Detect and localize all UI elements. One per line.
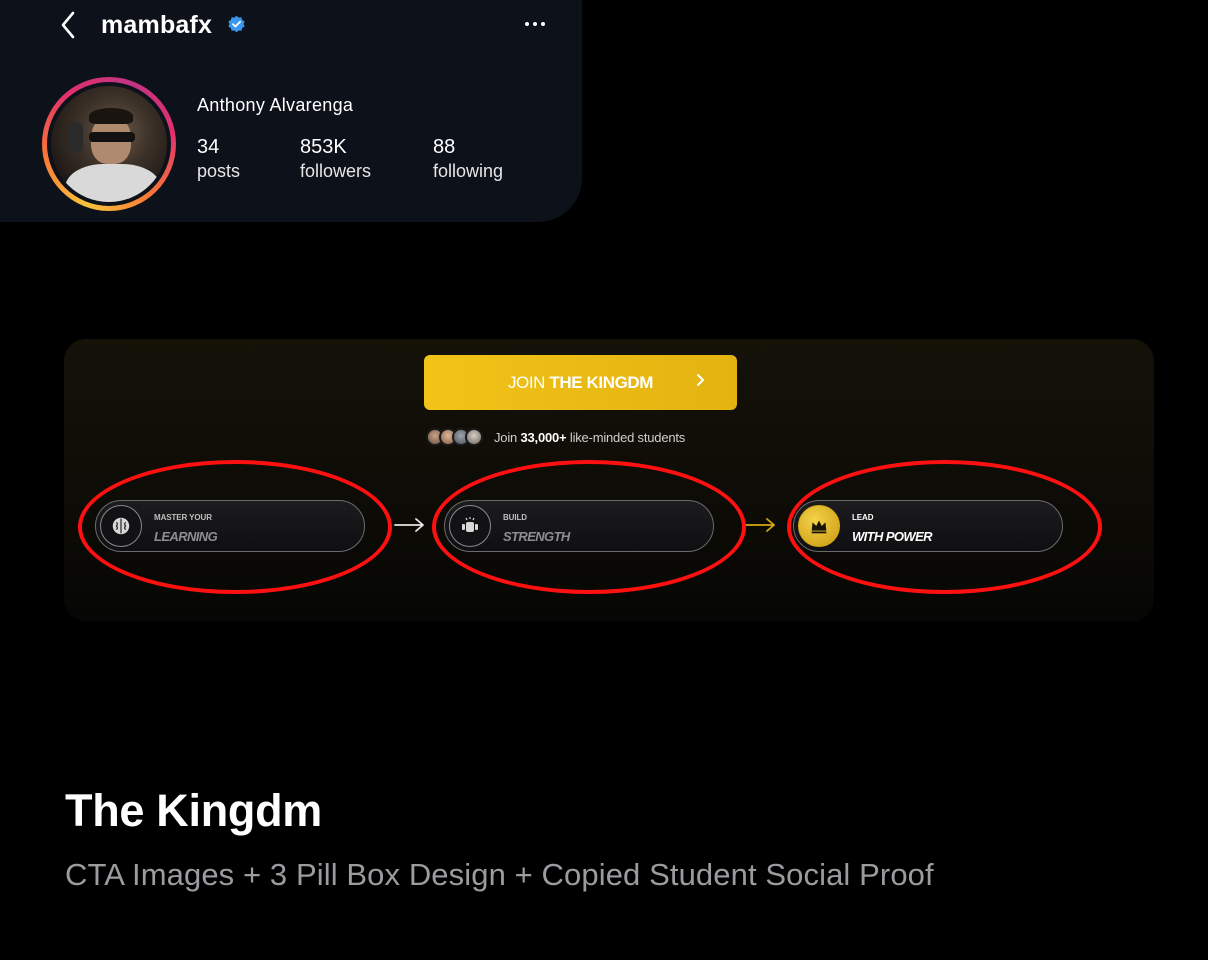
pill-build-strength[interactable]: BUILD STRENGTH — [444, 500, 714, 552]
dumbbell-icon — [462, 517, 478, 532]
pill-small-label: BUILD — [503, 513, 527, 522]
stat-value: 853K — [300, 136, 347, 158]
chevron-right-icon — [697, 374, 704, 386]
profile-header: mambafx Anthony Alvarenga 34 posts 853K … — [0, 0, 582, 222]
arrow-right-icon — [394, 518, 424, 532]
project-subtitle: CTA Images + 3 Pill Box Design + Copied … — [65, 857, 934, 892]
stat-posts[interactable]: 34 posts — [197, 135, 240, 183]
chevron-left-icon — [61, 11, 75, 39]
stat-value: 88 — [433, 136, 456, 158]
social-prefix: Join — [494, 429, 518, 445]
cta-prefix: JOIN — [507, 372, 546, 392]
more-options-button[interactable] — [520, 12, 550, 36]
stat-label: following — [433, 161, 504, 181]
stat-following[interactable]: 88 following — [433, 135, 503, 183]
brain-icon — [112, 517, 130, 535]
student-avatar — [465, 428, 483, 446]
crown-icon — [811, 520, 827, 534]
more-horizontal-icon — [525, 22, 529, 26]
pill-big-label: STRENGTH — [503, 529, 570, 544]
avatar — [51, 86, 167, 202]
project-title: The Kingdm — [65, 785, 322, 836]
cta-bold: THE KINGDM — [549, 372, 654, 392]
profile-full-name: Anthony Alvarenga — [197, 95, 354, 115]
profile-username[interactable]: mambafx — [101, 8, 212, 42]
pill-small-label: MASTER YOUR — [154, 513, 212, 522]
stat-label: followers — [300, 161, 372, 181]
back-button[interactable] — [56, 8, 80, 42]
verified-badge-icon — [228, 15, 245, 33]
arrow-right-icon — [745, 518, 775, 532]
pill-small-label: LEAD — [852, 513, 874, 522]
social-suffix: like-minded students — [569, 429, 686, 445]
join-cta-button[interactable]: JOIN THE KINGDM — [424, 355, 737, 410]
stat-followers[interactable]: 853K followers — [300, 135, 371, 183]
stat-label: posts — [197, 161, 241, 181]
pill-big-label: WITH POWER — [852, 529, 933, 544]
stat-value: 34 — [197, 136, 220, 158]
story-ring[interactable] — [42, 77, 176, 211]
social-count: 33,000+ — [520, 429, 567, 445]
pill-lead-power[interactable]: LEAD WITH POWER — [793, 500, 1063, 552]
pill-master-learning[interactable]: MASTER YOUR LEARNING — [95, 500, 365, 552]
social-proof: Join 33,000+ like-minded students — [426, 425, 685, 449]
pill-big-label: LEARNING — [154, 529, 218, 544]
